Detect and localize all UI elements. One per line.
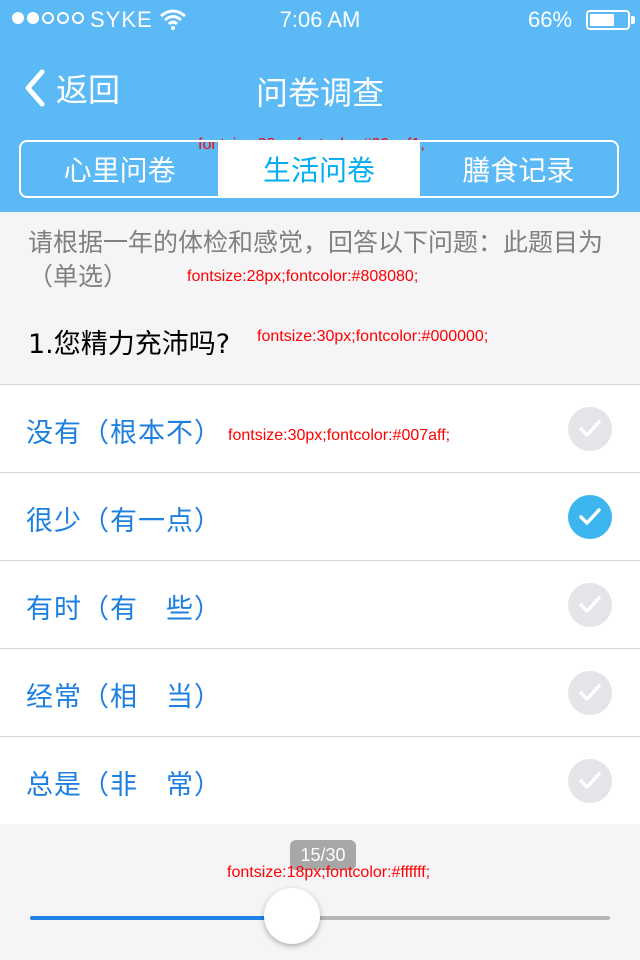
option-row[interactable]: 很少（有一点） (0, 473, 640, 561)
battery-percentage: 66% (528, 7, 573, 32)
question-text: 1.您精力充沛吗? (28, 329, 231, 360)
progress-style-annotation: fontsize:18px;fontcolor:#ffffff; (227, 864, 431, 881)
checkmark-icon[interactable] (568, 671, 612, 715)
checkmark-icon[interactable] (568, 407, 612, 451)
option-label: 有时（有 些） (26, 594, 222, 625)
option-label: 很少（有一点） (26, 506, 222, 537)
slider-thumb[interactable] (264, 888, 320, 944)
option-row[interactable]: 没有（根本不） fontsize:30px;fontcolor:#007aff; (0, 385, 640, 473)
progress-fill (30, 916, 292, 920)
navigation-bar: 返回 问卷调查 (0, 40, 640, 136)
checkmark-icon[interactable] (568, 759, 612, 803)
tab-diet-record[interactable]: 膳食记录 (420, 142, 617, 196)
checkmark-icon[interactable] (568, 583, 612, 627)
question-style-annotation: fontsize:30px;fontcolor:#000000; (257, 328, 489, 345)
answer-options: 没有（根本不） fontsize:30px;fontcolor:#007aff;… (0, 384, 640, 825)
battery-level-fill (590, 14, 614, 26)
progress-track[interactable] (30, 916, 610, 920)
page-title: 问卷调查 (255, 74, 384, 112)
option-label: 没有（根本不） (26, 418, 222, 449)
option-row[interactable]: 有时（有 些） (0, 561, 640, 649)
battery-tip (631, 16, 635, 24)
option-label: 经常（相 当） (26, 682, 222, 713)
question-area: 请根据一年的体检和感觉，回答以下问题：此题目为（单选） fontsize:28p… (0, 212, 640, 384)
instruction-style-annotation: fontsize:28px;fontcolor:#808080; (187, 268, 419, 285)
app-header: SYKE 7:06 AM 66% 返回 问卷调查 fontsize:28px;f… (0, 0, 640, 212)
battery-icon (586, 10, 630, 30)
tab-psychological[interactable]: 心里问卷 (21, 142, 221, 196)
option-row[interactable]: 总是（非 常） (0, 737, 640, 825)
option-row[interactable]: 经常（相 当） (0, 649, 640, 737)
progress-slider-area: 15/30 fontsize:18px;fontcolor:#ffffff; (0, 824, 640, 960)
checkmark-icon[interactable] (568, 495, 612, 539)
option-style-annotation: fontsize:30px;fontcolor:#007aff; (228, 427, 451, 444)
tab-lifestyle[interactable]: 生活问卷 (220, 142, 420, 196)
option-label: 总是（非 常） (26, 770, 222, 801)
status-bar: SYKE 7:06 AM 66% (0, 0, 640, 40)
questionnaire-tabs: 心里问卷 生活问卷 膳食记录 (19, 140, 619, 198)
